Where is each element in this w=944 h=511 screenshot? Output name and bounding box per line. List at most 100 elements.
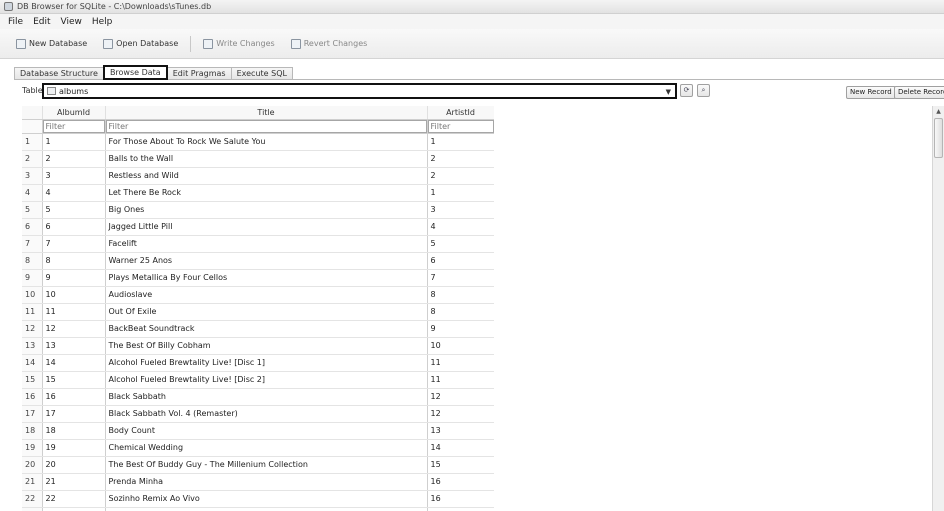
cell-title[interactable]: Balls to the Wall [105,150,428,168]
cell-title[interactable]: Sozinho Remix Ao Vivo [105,490,428,508]
cell-artistid[interactable]: 2 [427,150,494,168]
row-number[interactable]: 13 [22,337,43,355]
new-record-button[interactable]: New Record [846,86,896,99]
cell-albumid[interactable]: 1 [42,133,106,151]
cell-albumid[interactable]: 9 [42,269,106,287]
cell-albumid[interactable]: 21 [42,473,106,491]
cell-albumid[interactable]: 8 [42,252,106,270]
menu-file[interactable]: File [3,17,28,27]
cell-title[interactable]: Warner 25 Anos [105,252,428,270]
table-row[interactable]: 6 6 Jagged Little Pill 4 [22,218,494,236]
cell-albumid[interactable]: 6 [42,218,106,236]
column-header-artistid[interactable]: ArtistId [427,106,494,120]
cell-albumid[interactable]: 4 [42,184,106,202]
table-row[interactable]: 5 5 Big Ones 3 [22,201,494,219]
cell-albumid[interactable]: 19 [42,439,106,457]
cell-albumid[interactable]: 3 [42,167,106,185]
cell-title[interactable]: Facelift [105,235,428,253]
table-row[interactable]: 11 11 Out Of Exile 8 [22,303,494,321]
cell-artistid[interactable]: 11 [427,371,494,389]
cell-title[interactable]: Alcohol Fueled Brewtality Live! [Disc 1] [105,354,428,372]
row-number[interactable]: 16 [22,388,43,406]
table-row[interactable]: 10 10 Audioslave 8 [22,286,494,304]
cell-title[interactable]: Plays Metallica By Four Cellos [105,269,428,287]
menu-edit[interactable]: Edit [28,17,55,27]
row-number[interactable]: 22 [22,490,43,508]
table-row[interactable]: 2323Minha Historia17 [22,507,494,511]
table-row[interactable]: 2 2 Balls to the Wall 2 [22,150,494,168]
row-number[interactable]: 15 [22,371,43,389]
filter-input-title[interactable] [105,119,426,132]
cell-artistid[interactable]: 7 [427,269,494,287]
row-number[interactable]: 23 [22,507,43,511]
cell-artistid[interactable]: 1 [427,184,494,202]
scrollbar-thumb[interactable] [934,118,943,158]
table-row[interactable]: 12 12 BackBeat Soundtrack 9 [22,320,494,338]
cell-albumid[interactable]: 15 [42,371,106,389]
revert-changes-button[interactable]: Revert Changes [285,34,374,54]
table-select[interactable]: albums ▼ [42,83,677,99]
cell-title[interactable]: Black Sabbath Vol. 4 (Remaster) [105,405,428,423]
cell-albumid[interactable]: 5 [42,201,106,219]
row-number[interactable]: 4 [22,184,43,202]
table-row[interactable]: 13 13 The Best Of Billy Cobham 10 [22,337,494,355]
cell-artistid[interactable]: 12 [427,405,494,423]
cell-albumid[interactable]: 13 [42,337,106,355]
cell-artistid[interactable]: 9 [427,320,494,338]
cell-artistid[interactable]: 16 [427,490,494,508]
row-number[interactable]: 6 [22,218,43,236]
cell-artistid[interactable]: 14 [427,439,494,457]
cell-title[interactable]: For Those About To Rock We Salute You [105,133,428,151]
table-row[interactable]: 17 17 Black Sabbath Vol. 4 (Remaster) 12 [22,405,494,423]
cell-artistid[interactable]: 5 [427,235,494,253]
tab-browse-data[interactable]: Browse Data [102,65,168,80]
row-number[interactable]: 14 [22,354,43,372]
row-number[interactable]: 9 [22,269,43,287]
cell-title[interactable]: Body Count [105,422,428,440]
row-number[interactable]: 21 [22,473,43,491]
table-row[interactable]: 3 3 Restless and Wild 2 [22,167,494,185]
cell-artistid[interactable]: 8 [427,303,494,321]
table-row[interactable]: 4 4 Let There Be Rock 1 [22,184,494,202]
row-number[interactable]: 10 [22,286,43,304]
table-row[interactable]: 15 15 Alcohol Fueled Brewtality Live! [Dis… [22,371,494,389]
cell-title[interactable]: The Best Of Billy Cobham [105,337,428,355]
cell-artistid[interactable]: 4 [427,218,494,236]
row-number[interactable]: 19 [22,439,43,457]
row-number[interactable]: 18 [22,422,43,440]
cell-artistid[interactable]: 10 [427,337,494,355]
table-row[interactable]: 20 20 The Best Of Buddy Guy - The Milleniu… [22,456,494,474]
cell-albumid[interactable]: 2 [42,150,106,168]
row-number[interactable]: 3 [22,167,43,185]
table-row[interactable]: 21 21 Prenda Minha 16 [22,473,494,491]
cell-artistid[interactable]: 17 [427,507,494,511]
cell-title[interactable]: Prenda Minha [105,473,428,491]
cell-albumid[interactable]: 22 [42,490,106,508]
cell-albumid[interactable]: 7 [42,235,106,253]
table-row[interactable]: 7 7 Facelift 5 [22,235,494,253]
cell-albumid[interactable]: 23 [42,507,106,511]
cell-artistid[interactable]: 6 [427,252,494,270]
cell-albumid[interactable]: 10 [42,286,106,304]
new-database-button[interactable]: New Database [10,34,93,54]
menu-help[interactable]: Help [87,17,118,27]
cell-title[interactable]: Chemical Wedding [105,439,428,457]
filter-input-albumid[interactable] [42,119,104,132]
table-row[interactable]: 18 18 Body Count 13 [22,422,494,440]
cell-artistid[interactable]: 16 [427,473,494,491]
row-number[interactable]: 2 [22,150,43,168]
cell-title[interactable]: Alcohol Fueled Brewtality Live! [Disc 2] [105,371,428,389]
row-number[interactable]: 8 [22,252,43,270]
table-row[interactable]: 1 1 For Those About To Rock We Salute You 1 [22,133,494,151]
cell-title[interactable]: Let There Be Rock [105,184,428,202]
cell-artistid[interactable]: 2 [427,167,494,185]
scroll-up-icon[interactable]: ▲ [933,106,944,117]
cell-title[interactable]: Audioslave [105,286,428,304]
row-number[interactable]: 20 [22,456,43,474]
cell-albumid[interactable]: 12 [42,320,106,338]
cell-albumid[interactable]: 20 [42,456,106,474]
cell-albumid[interactable]: 14 [42,354,106,372]
write-changes-button[interactable]: Write Changes [197,34,280,54]
cell-title[interactable]: Black Sabbath [105,388,428,406]
cell-artistid[interactable]: 12 [427,388,494,406]
